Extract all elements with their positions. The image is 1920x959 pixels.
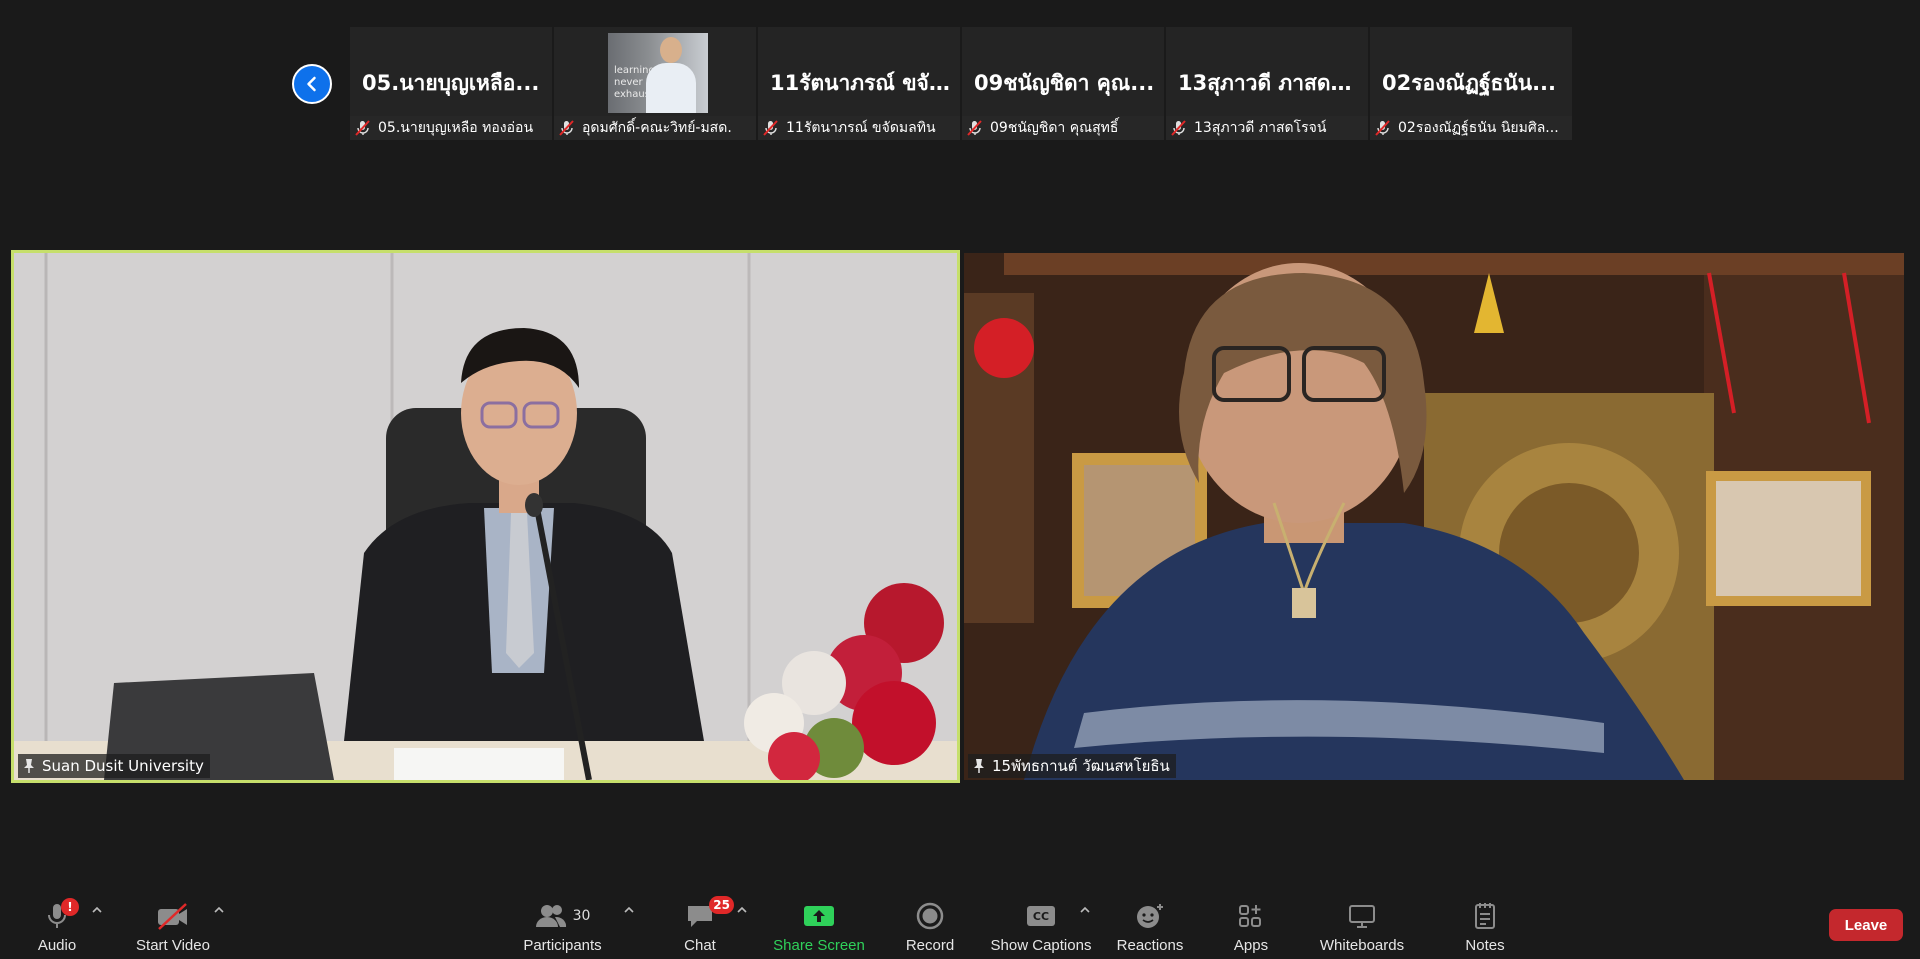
- participant-title: 02รองณัฏฐ์ธนัน...: [1382, 71, 1556, 95]
- captions-options-caret-icon[interactable]: [1078, 903, 1092, 917]
- notes-label: Notes: [1465, 937, 1505, 954]
- participant-thumbnail[interactable]: 02รองณัฏฐ์ธนัน... 02รองณัฏฐ์ธนัน นิยมศิล…: [1370, 27, 1572, 140]
- participant-name-bar: 13สุภาวดี ภาสดโรจน์: [1166, 116, 1368, 140]
- show-captions-label: Show Captions: [990, 937, 1092, 954]
- chat-button[interactable]: 25 Chat: [680, 880, 734, 959]
- reactions-label: Reactions: [1116, 937, 1184, 954]
- participant-thumbnail[interactable]: 13สุภาวดี ภาสดโ... 13สุภาวดี ภาสดโรจน์: [1166, 27, 1368, 140]
- previous-page-button[interactable]: [292, 64, 332, 104]
- person-head: [660, 37, 682, 63]
- participant-name: 09ชนัญชิดา คุณสุทธิ์: [990, 120, 1119, 136]
- participant-thumbnail[interactable]: 09ชนัญชิดา คุณ... 09ชนัญชิดา คุณสุทธิ์: [962, 27, 1164, 140]
- participant-name: 15พัทธกานต์ วัฒนสหโยธิน: [992, 757, 1170, 775]
- participants-icon: 30: [523, 898, 603, 934]
- participant-video[interactable]: 15พัทธกานต์ วัฒนสหโยธิน: [964, 253, 1904, 780]
- smiley-plus-icon: [1132, 898, 1168, 934]
- participant-video-scene: [964, 253, 1904, 780]
- mic-muted-icon: [967, 120, 982, 136]
- show-captions-button[interactable]: CC Show Captions: [990, 880, 1092, 959]
- participant-title: 09ชนัญชิดา คุณ...: [974, 71, 1155, 95]
- apps-icon: [1233, 898, 1269, 934]
- closed-captions-icon: CC: [1023, 898, 1059, 934]
- participant-name-bar: 02รองณัฏฐ์ธนัน นิยมศิล...: [1370, 116, 1572, 140]
- person-body: [646, 63, 696, 113]
- chevron-left-icon: [307, 76, 316, 92]
- participant-title: 05.นายบุญเหลือ...: [362, 71, 540, 95]
- participant-thumbnail[interactable]: 11รัตนาภรณ์ ขจั... 11รัตนาภรณ์ ขจัดมลทิน: [758, 27, 960, 140]
- participant-name-bar: 05.นายบุญเหลือ ทองอ่อน: [350, 116, 552, 140]
- record-label: Record: [905, 937, 955, 954]
- mic-muted-icon: [1171, 120, 1186, 136]
- audio-alert-badge: !: [61, 898, 79, 916]
- speaker-name: Suan Dusit University: [42, 757, 204, 775]
- share-screen-icon: [801, 898, 837, 934]
- notes-icon: [1467, 898, 1503, 934]
- meeting-toolbar: ! Audio Start Video 30 Participants 25 C…: [0, 880, 1920, 959]
- video-off-icon: [155, 898, 191, 934]
- audio-label: Audio: [37, 937, 77, 954]
- participant-title: 11รัตนาภรณ์ ขจั...: [770, 71, 952, 95]
- participants-count: 30: [572, 908, 591, 924]
- start-video-label: Start Video: [136, 937, 210, 954]
- participant-strip: 05.นายบุญเหลือ... 05.นายบุญเหลือ ทองอ่อน…: [350, 27, 1572, 140]
- speaker-video-scene: [14, 253, 957, 780]
- video-options-caret-icon[interactable]: [212, 903, 226, 917]
- participant-video: learning never exhaus: [608, 33, 708, 113]
- whiteboards-label: Whiteboards: [1319, 937, 1405, 954]
- participant-thumbnail[interactable]: learning never exhaus อุดมศักดิ์-คณะวิทย…: [554, 27, 756, 140]
- participants-options-caret-icon[interactable]: [622, 903, 636, 917]
- chat-icon: 25: [682, 896, 734, 934]
- microphone-icon: !: [39, 898, 79, 934]
- chat-unread-badge: 25: [709, 896, 734, 914]
- leave-button[interactable]: Leave: [1829, 909, 1903, 941]
- start-video-button[interactable]: Start Video: [133, 880, 213, 959]
- chat-label: Chat: [684, 937, 716, 954]
- mic-muted-icon: [559, 120, 574, 136]
- participant-name: 05.นายบุญเหลือ ทองอ่อน: [378, 120, 534, 136]
- participant-name-bar: 09ชนัญชิดา คุณสุทธิ์: [962, 116, 1164, 140]
- notes-button[interactable]: Notes: [1463, 880, 1507, 959]
- participant-name: อุดมศักดิ์-คณะวิทย์-มสด.: [582, 120, 732, 136]
- chat-options-caret-icon[interactable]: [735, 903, 749, 917]
- mic-muted-icon: [763, 120, 778, 136]
- whiteboards-button[interactable]: Whiteboards: [1318, 880, 1406, 959]
- apps-button[interactable]: Apps: [1232, 880, 1270, 959]
- active-speaker-video[interactable]: Suan Dusit University: [11, 250, 960, 783]
- participant-name: 11รัตนาภรณ์ ขจัดมลทิน: [786, 120, 936, 136]
- speaker-name-label: Suan Dusit University: [18, 754, 210, 778]
- participant-title: 13สุภาวดี ภาสดโ...: [1178, 71, 1360, 95]
- audio-button[interactable]: ! Audio: [32, 880, 82, 959]
- cc-box: CC: [1027, 906, 1055, 926]
- pin-icon: [974, 759, 984, 773]
- participant-name-label: 15พัทธกานต์ วัฒนสหโยธิน: [968, 754, 1176, 778]
- mic-muted-icon: [355, 120, 370, 136]
- participants-button[interactable]: 30 Participants: [520, 880, 605, 959]
- participant-name: 13สุภาวดี ภาสดโรจน์: [1194, 120, 1327, 136]
- participant-name-bar: อุดมศักดิ์-คณะวิทย์-มสด.: [554, 116, 756, 140]
- participants-label: Participants: [523, 937, 602, 954]
- record-button[interactable]: Record: [905, 880, 955, 959]
- share-screen-button[interactable]: Share Screen: [772, 880, 866, 959]
- whiteboard-icon: [1344, 898, 1380, 934]
- pin-icon: [24, 759, 34, 773]
- apps-label: Apps: [1233, 937, 1269, 954]
- audio-options-caret-icon[interactable]: [90, 903, 104, 917]
- record-icon: [912, 898, 948, 934]
- participant-thumbnail[interactable]: 05.นายบุญเหลือ... 05.นายบุญเหลือ ทองอ่อน: [350, 27, 552, 140]
- reactions-button[interactable]: Reactions: [1117, 880, 1183, 959]
- share-screen-label: Share Screen: [773, 937, 865, 954]
- participant-name: 02รองณัฏฐ์ธนัน นิยมศิล...: [1398, 120, 1559, 136]
- mic-muted-icon: [1375, 120, 1390, 136]
- participant-name-bar: 11รัตนาภรณ์ ขจัดมลทิน: [758, 116, 960, 140]
